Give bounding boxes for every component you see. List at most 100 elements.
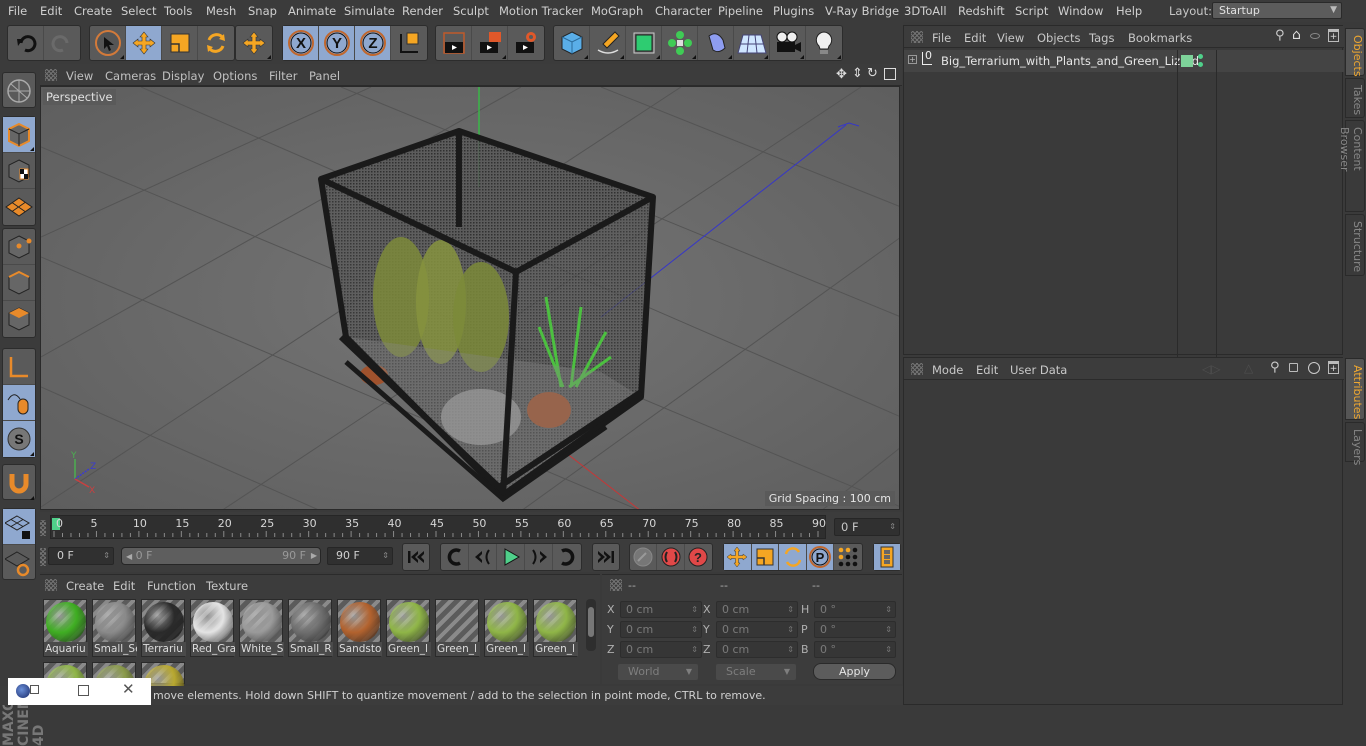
menu-window[interactable]: Window [1058,4,1103,18]
workplane-rotate-button[interactable] [3,545,35,581]
texture-mode-button[interactable] [3,153,35,189]
panel-grip-icon[interactable] [40,548,46,566]
render-view-button[interactable] [436,26,472,60]
material-swatch[interactable]: Green_l [435,599,480,657]
x-axis-lock-button[interactable]: X [283,26,319,60]
go-to-start-button[interactable] [403,544,429,570]
tweak-mode-button[interactable] [3,385,35,421]
snap-button[interactable] [3,465,35,501]
menu-select[interactable]: Select [121,4,156,18]
layer-color-swatch[interactable] [1181,55,1193,67]
scrollbar-thumb[interactable] [588,607,594,637]
menu-sculpt[interactable]: Sculpt [453,4,489,18]
move-recent-button[interactable] [236,26,272,60]
apply-button[interactable]: Apply [813,663,896,680]
workplane-button[interactable] [3,189,35,225]
viewport-menu-display[interactable]: Display [162,69,204,83]
coordinate-field[interactable]: 0 ° ⇕ [814,601,896,618]
new-panel-icon[interactable]: + [1328,361,1339,374]
object-menu-file[interactable]: File [932,31,951,45]
menu-mograph[interactable]: MoGraph [591,4,643,18]
viewport-menu-cameras[interactable]: Cameras [105,69,156,83]
render-visibility-dot[interactable] [1198,62,1203,67]
y-axis-lock-button[interactable]: Y [319,26,355,60]
search-icon[interactable]: ⚲ [1270,360,1280,375]
solo-button[interactable]: S [3,421,35,457]
menu-snap[interactable]: Snap [248,4,277,18]
coordinate-field[interactable]: 0 cm ⇕ [716,601,798,618]
spinner-icon[interactable]: ⇕ [787,622,794,637]
menu-tools[interactable]: Tools [164,4,192,18]
target-icon[interactable] [1308,362,1320,374]
object-menu-bookmarks[interactable]: Bookmarks [1128,31,1192,45]
spinner-icon[interactable]: ⇕ [787,642,794,657]
menu-create[interactable]: Create [74,4,112,18]
spinner-icon[interactable]: ⇕ [382,548,389,564]
live-selection-button[interactable] [90,26,126,60]
tab-takes[interactable]: Takes [1345,78,1365,118]
polygons-mode-button[interactable] [3,301,35,337]
move-button[interactable] [126,26,162,60]
panel-grip-icon[interactable] [610,579,622,591]
lock-icon[interactable] [1289,363,1298,372]
material-swatch[interactable]: Small_R [288,599,333,657]
menu-3dtoall[interactable]: 3DToAll [904,4,947,18]
panel-grip-icon[interactable] [45,579,57,591]
dolly-icon[interactable]: ⇕ [852,66,863,81]
tab-layers[interactable]: Layers [1345,422,1365,465]
viewport-menu-options[interactable]: Options [213,69,257,83]
menu-vray-bridge[interactable]: V-Ray Bridge [825,4,899,18]
coordinate-space-dropdown[interactable]: World ▼ [618,664,698,680]
coordinate-field[interactable]: 0 cm ⇕ [716,621,798,638]
frame-range-slider[interactable]: ◀ 0 F 90 F ▶ [121,547,321,565]
spinner-icon[interactable]: ⇕ [885,622,892,637]
expand-icon[interactable]: + [908,55,917,64]
coordinate-field[interactable]: 0 cm ⇕ [620,601,702,618]
menu-help[interactable]: Help [1116,4,1142,18]
cloner-button[interactable] [662,26,698,60]
next-key-button[interactable] [553,544,581,570]
play-button[interactable] [497,544,525,570]
edges-mode-button[interactable] [3,265,35,301]
points-mode-button[interactable] [3,229,35,265]
menu-mesh[interactable]: Mesh [206,4,236,18]
cube-button[interactable] [554,26,590,60]
material-swatch[interactable]: Red_Gra [190,599,235,657]
spinner-icon[interactable]: ⇕ [889,519,896,535]
subdivision-button[interactable] [626,26,662,60]
end-frame-field[interactable]: 90 F ⇕ [327,547,393,565]
tab-content-browser[interactable]: Content Browser [1338,120,1365,212]
menu-animate[interactable]: Animate [288,4,336,18]
material-menu-texture[interactable]: Texture [206,579,248,593]
material-menu-create[interactable]: Create [66,579,104,593]
back-arrow-icon[interactable]: ◁▷ [1202,362,1220,376]
key-pla-button[interactable] [834,544,862,570]
render-picture-viewer-button[interactable] [472,26,508,60]
attribute-menu-user-data[interactable]: User Data [1010,363,1067,377]
coordinate-field[interactable]: 0 cm ⇕ [716,641,798,658]
layout-dropdown[interactable]: Startup ▼ [1212,2,1342,19]
menu-file[interactable]: File [8,4,27,18]
close-icon[interactable]: ✕ [122,680,135,698]
attribute-menu-edit[interactable]: Edit [976,363,998,377]
start-frame-field[interactable]: 0 F ⇕ [48,547,114,565]
floor-button[interactable] [734,26,770,60]
spinner-icon[interactable]: ⇕ [885,602,892,617]
auto-key-button[interactable] [657,544,685,570]
undo-button[interactable] [8,26,44,60]
restore-icon[interactable] [30,685,39,694]
range-right-arrow-icon[interactable]: ▶ [311,548,317,564]
3d-viewport[interactable]: Y Z X Perspective Grid Spacing : 100 cm [40,86,900,510]
viewport-menu-view[interactable]: View [66,69,93,83]
menu-script[interactable]: Script [1015,4,1048,18]
lock-workplane-button[interactable] [3,509,35,545]
spinner-icon[interactable]: ⇕ [691,602,698,617]
material-menu-edit[interactable]: Edit [113,579,135,593]
material-swatch[interactable]: Terrariu [141,599,186,657]
editor-visibility-dot[interactable] [1198,54,1203,59]
attribute-menu-mode[interactable]: Mode [932,363,963,377]
orbit-icon[interactable]: ↻ [867,66,878,81]
material-swatch[interactable]: Green_l [484,599,529,657]
object-menu-objects[interactable]: Objects [1037,31,1080,45]
step-forward-button[interactable] [525,544,553,570]
